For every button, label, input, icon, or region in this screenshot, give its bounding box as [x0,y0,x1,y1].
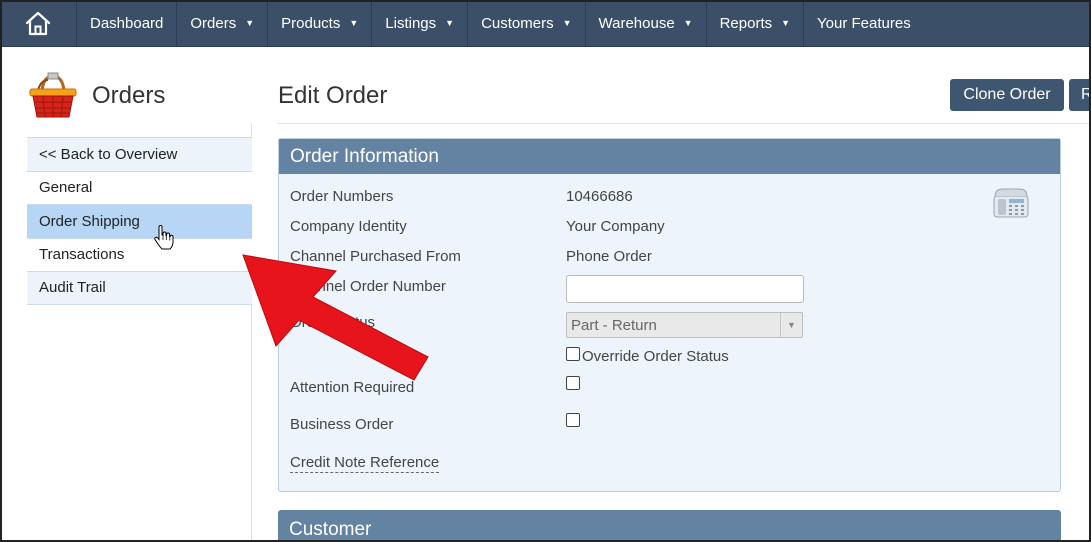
hand-cursor-icon [154,225,174,250]
order-numbers-value: 10466686 [566,188,633,205]
order-information-heading: Order Information [279,139,1060,174]
order-status-label: Order Status [290,314,376,331]
company-identity-value: Your Company [566,218,665,235]
nav-item-label: Dashboard [90,14,164,32]
phone-icon [992,187,1030,224]
nav-item-dashboard[interactable]: Dashboard [76,0,176,46]
customer-heading: Customer [278,510,1061,542]
order-status-select[interactable]: Part - Return ▼ [566,312,803,338]
business-order-checkbox[interactable] [566,413,580,427]
nav-item-label: Warehouse [598,14,675,32]
sidebar-item-back-to-overview[interactable]: << Back to Overview [27,137,252,171]
order-status-selected: Part - Return [571,316,657,334]
channel-order-number-label: Channel Order Number [290,278,446,295]
nav-menu: Dashboard Orders ▼ Products ▼ Listings ▼ Custom… [76,0,924,46]
sidebar-item-general[interactable]: General [27,170,252,204]
nav-item-warehouse[interactable]: Warehouse ▼ [584,0,706,46]
channel-order-number-input[interactable] [566,275,804,303]
channel-purchased-label: Channel Purchased From [290,248,461,265]
override-status-checkbox[interactable] [566,347,580,361]
nav-item-label: Reports [719,14,773,32]
company-identity-label: Company Identity [290,218,407,235]
basket-icon [29,72,77,118]
caret-down-icon: ▼ [781,18,791,28]
clone-order-button[interactable]: Clone Order [950,79,1064,111]
page-title: Edit Order [278,82,388,109]
nav-item-reports[interactable]: Reports ▼ [705,0,803,46]
sidebar-item-transactions[interactable]: Transactions [27,237,252,271]
sidebar-item-order-shipping[interactable]: Order Shipping [27,204,252,238]
nav-item-label: Customers [481,14,554,32]
caret-down-icon: ▼ [683,18,693,28]
business-order-label: Business Order [290,416,394,433]
chevron-down-icon[interactable]: ▼ [780,313,802,337]
credit-note-reference-link[interactable]: Credit Note Reference [290,454,440,473]
caret-down-icon: ▼ [349,18,359,28]
home-button[interactable] [0,0,76,46]
sidebar-header: Orders [28,72,165,120]
nav-item-label: Orders [190,14,237,32]
attention-required-checkbox[interactable] [566,376,580,390]
sidebar-menu: << Back to Overview General Order Shipping… [27,137,252,305]
caret-down-icon: ▼ [445,18,455,28]
sidebar-title: Orders [92,82,166,109]
sidebar-item-audit-trail[interactable]: Audit Trail [27,271,252,305]
nav-item-your-features[interactable]: Your Features [803,0,924,46]
nav-item-label: Products [281,14,341,32]
nav-item-listings[interactable]: Listings ▼ [371,0,467,46]
attention-required-label: Attention Required [290,379,415,396]
home-icon [25,11,51,36]
caret-down-icon: ▼ [562,18,572,28]
nav-item-label: Your Features [817,14,911,32]
order-numbers-label: Order Numbers [290,188,394,205]
caret-down-icon: ▼ [245,18,255,28]
nav-item-label: Listings [385,14,437,32]
override-status-label: Override Order Status [582,348,729,365]
nav-item-products[interactable]: Products ▼ [267,0,371,46]
nav-item-customers[interactable]: Customers ▼ [467,0,584,46]
title-divider [278,123,1091,124]
top-nav: Dashboard Orders ▼ Products ▼ Listings ▼ Custom… [0,0,1091,47]
second-action-button[interactable]: R [1069,79,1091,111]
nav-item-orders[interactable]: Orders ▼ [176,0,267,46]
channel-purchased-value: Phone Order [566,248,652,265]
